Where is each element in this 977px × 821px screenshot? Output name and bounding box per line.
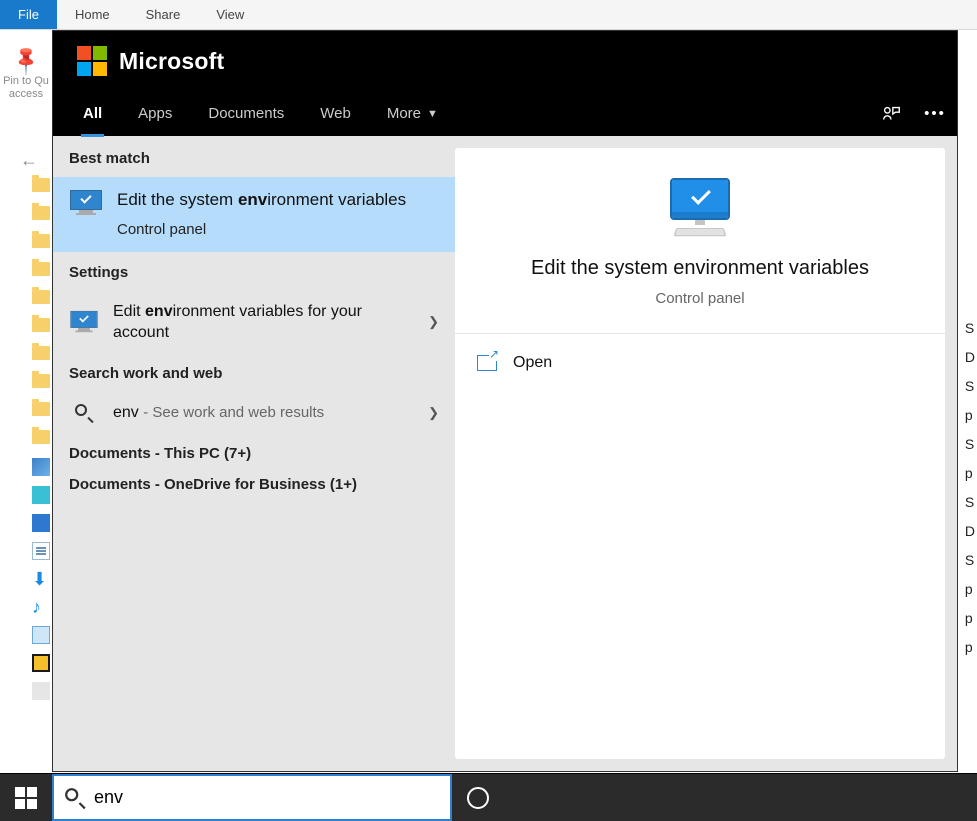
cortana-ring-icon bbox=[467, 787, 489, 809]
web-result-env[interactable]: env - See work and web results ❯ bbox=[53, 392, 455, 433]
flyout-body: Best match Edit the system environment v… bbox=[53, 136, 957, 771]
search-icon bbox=[65, 788, 85, 808]
scope-more-label: More bbox=[387, 105, 421, 122]
chevron-right-icon: ❯ bbox=[428, 314, 439, 330]
pin-label-2: access bbox=[9, 88, 43, 101]
taskbar-search-input[interactable] bbox=[94, 787, 438, 808]
ribbon-home-tab[interactable]: Home bbox=[57, 0, 128, 29]
detail-pane: Edit the system environment variables Co… bbox=[455, 148, 945, 759]
detail-hero: Edit the system environment variables Co… bbox=[455, 148, 945, 334]
quick-access-pin: 📌 Pin to Qu access bbox=[0, 30, 52, 101]
search-work-web-heading: Search work and web bbox=[53, 353, 455, 392]
taskbar bbox=[0, 773, 977, 821]
documents-thispc-heading[interactable]: Documents - This PC (7+) bbox=[53, 433, 455, 472]
chevron-down-icon: ▼ bbox=[427, 108, 438, 120]
best-match-subtitle: Control panel bbox=[117, 221, 406, 238]
ribbon-share-tab[interactable]: Share bbox=[128, 0, 199, 29]
background-sidebar-icons: ⬇ ♪ bbox=[32, 178, 52, 710]
monitor-icon bbox=[69, 310, 99, 334]
search-scope-tabs: All Apps Documents Web More ▼ ••• bbox=[53, 91, 957, 136]
scope-all[interactable]: All bbox=[77, 91, 120, 136]
best-match-heading: Best match bbox=[53, 136, 455, 177]
best-match-result[interactable]: Edit the system environment variables Co… bbox=[53, 177, 455, 252]
explorer-ribbon: File Home Share View bbox=[0, 0, 977, 30]
settings-heading: Settings bbox=[53, 252, 455, 291]
results-column: Best match Edit the system environment v… bbox=[53, 136, 455, 771]
microsoft-logo-icon bbox=[77, 46, 107, 76]
scope-apps[interactable]: Apps bbox=[120, 91, 190, 136]
cortana-button[interactable] bbox=[452, 774, 504, 821]
scope-documents[interactable]: Documents bbox=[190, 91, 302, 136]
open-external-icon bbox=[477, 355, 497, 371]
start-button[interactable] bbox=[0, 774, 52, 821]
windows-logo-icon bbox=[15, 787, 37, 809]
start-search-flyout: Microsoft All Apps Documents Web More ▼ … bbox=[52, 30, 958, 772]
taskbar-search-box[interactable] bbox=[52, 774, 452, 821]
more-options-icon[interactable]: ••• bbox=[913, 105, 957, 122]
taskbar-remainder bbox=[504, 774, 977, 821]
monitor-checkmark-icon bbox=[69, 191, 103, 215]
action-open[interactable]: Open bbox=[469, 342, 931, 384]
brand-name: Microsoft bbox=[119, 48, 224, 75]
search-icon bbox=[69, 404, 99, 422]
ribbon-file-tab[interactable]: File bbox=[0, 0, 57, 29]
best-match-title: Edit the system environment variables bbox=[117, 189, 406, 211]
detail-subtitle: Control panel bbox=[655, 290, 744, 307]
ribbon-view-tab[interactable]: View bbox=[198, 0, 262, 29]
settings-result-label: Edit environment variables for your acco… bbox=[113, 301, 414, 343]
feedback-icon[interactable] bbox=[869, 103, 913, 125]
back-arrow-icon[interactable]: ← bbox=[20, 150, 38, 171]
detail-title: Edit the system environment variables bbox=[531, 257, 869, 280]
right-edge-truncated-text: S D S p S p S D S p p p bbox=[965, 314, 975, 662]
flyout-header: Microsoft All Apps Documents Web More ▼ … bbox=[53, 31, 957, 136]
documents-onedrive-heading[interactable]: Documents - OneDrive for Business (1+) bbox=[53, 472, 455, 503]
detail-actions: Open bbox=[455, 334, 945, 392]
web-result-label: env - See work and web results bbox=[113, 402, 414, 423]
scope-more[interactable]: More ▼ bbox=[369, 91, 456, 136]
scope-web[interactable]: Web bbox=[302, 91, 369, 136]
brand-row: Microsoft bbox=[53, 31, 957, 91]
action-open-label: Open bbox=[513, 354, 552, 372]
monitor-checkmark-large-icon bbox=[672, 180, 728, 237]
pin-icon: 📌 bbox=[8, 43, 43, 78]
chevron-right-icon: ❯ bbox=[428, 405, 439, 421]
settings-result-env-account[interactable]: Edit environment variables for your acco… bbox=[53, 291, 455, 353]
